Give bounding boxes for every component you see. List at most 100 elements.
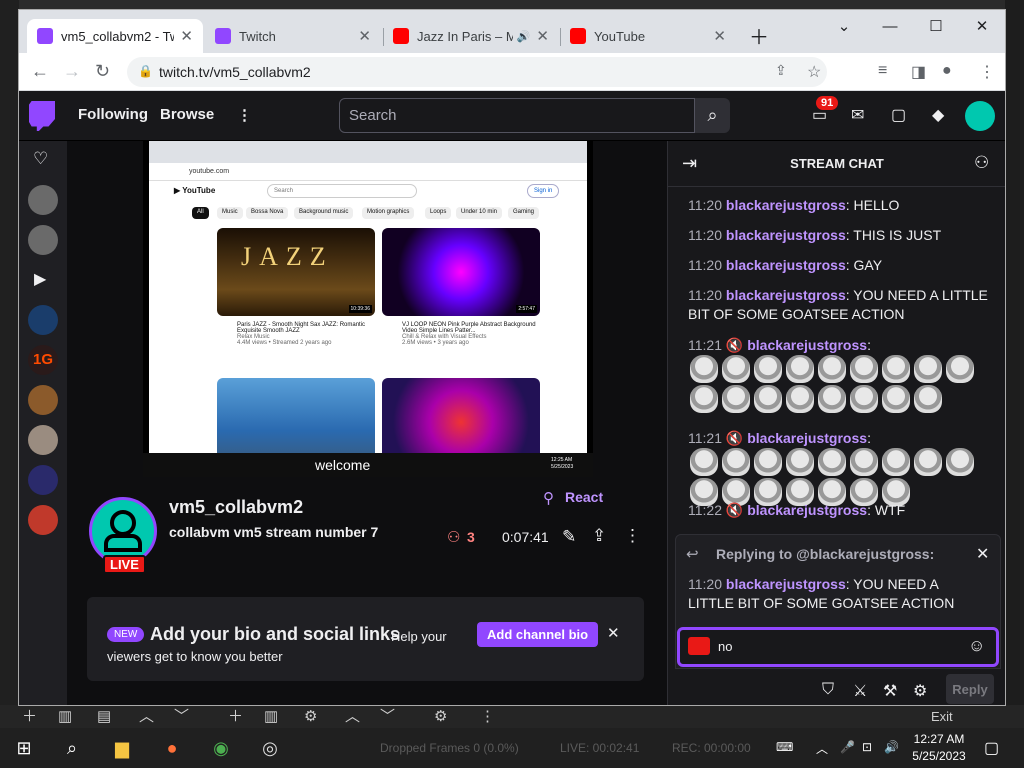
tab-search-icon[interactable]: ⌄ — [821, 10, 867, 42]
share-icon[interactable]: ⇪ — [775, 62, 787, 79]
microphone-icon[interactable]: 🎤 — [840, 740, 855, 754]
shield-icon[interactable]: ⛉ — [822, 681, 834, 699]
obs-add2-icon[interactable]: ＋ — [228, 705, 243, 728]
prime-loot-icon[interactable]: ◆ — [932, 105, 944, 125]
username[interactable]: blackarejustgross — [726, 227, 846, 243]
omnibox[interactable]: 🔒 twitch.tv/vm5_collabvm2 ☆ ⇪ — [127, 57, 827, 87]
video-meta: Paris JAZZ - Smooth Night Sax JAZZ: Roma… — [237, 322, 387, 346]
network-icon[interactable]: ⊡ — [862, 740, 872, 754]
close-reply-icon[interactable]: ✕ — [976, 544, 989, 564]
chat-input[interactable]: no ☺ — [677, 627, 999, 667]
heart-icon[interactable]: ♡ — [33, 149, 48, 169]
settings-icon[interactable]: ⚙ — [913, 681, 927, 701]
edit-icon[interactable]: ✎ — [562, 527, 576, 547]
keyboard-icon[interactable]: ⌨ — [776, 740, 793, 754]
tab-jazz[interactable]: Jazz In Paris – Me 🔊 ✕ — [383, 19, 559, 53]
close-tab-icon[interactable]: ✕ — [358, 27, 371, 45]
obs-exit-button[interactable]: Exit — [931, 705, 953, 728]
username[interactable]: blackarejustgross — [747, 502, 867, 518]
obs-trash2-icon[interactable]: ▥ — [264, 705, 278, 728]
obs-up2-icon[interactable]: ︿ — [345, 705, 360, 728]
nav-following[interactable]: Following — [78, 106, 148, 123]
notification-center-icon[interactable]: ▢ — [984, 738, 999, 758]
media-control-icon[interactable]: ≡ — [878, 62, 887, 80]
chrome-menu-icon[interactable]: ⋮ — [979, 62, 995, 82]
whispers-icon[interactable]: ▢ — [891, 105, 906, 125]
new-tab-icon[interactable]: ＋ — [746, 19, 772, 51]
username[interactable]: blackarejustgross — [726, 257, 846, 273]
tab-title: vm5_collabvm2 - Twitch — [61, 28, 174, 44]
share-icon[interactable]: ⇪ — [592, 526, 606, 546]
emote-picker-icon[interactable]: ☺ — [968, 636, 985, 656]
close-tab-icon[interactable]: ✕ — [180, 27, 193, 45]
desktop: ＋ ▥ ▤ ︿ ﹀ ＋ ▥ ⚙ ︿ ﹀ ⚙ ⋮ Exit vm5_collabv… — [0, 0, 1024, 768]
forward-icon[interactable]: → — [63, 61, 81, 82]
file-explorer-icon[interactable]: ▆ — [110, 736, 134, 760]
obs-up-icon[interactable]: ︿ — [139, 705, 154, 728]
obs-more-icon[interactable]: ⋮ — [480, 705, 495, 728]
obs-down2-icon[interactable]: ﹀ — [380, 705, 395, 728]
react-button[interactable]: React — [565, 489, 603, 505]
inbox-icon[interactable]: ✉ — [851, 105, 864, 125]
tab-twitch[interactable]: Twitch ✕ — [205, 19, 381, 53]
username[interactable]: blackarejustgross — [726, 197, 846, 213]
sword-icon[interactable]: ⚔ — [853, 681, 867, 701]
username[interactable]: blackarejustgross — [747, 430, 867, 446]
video-camera-icon[interactable]: ▶ — [34, 269, 46, 289]
minimize-icon[interactable]: — — [867, 10, 913, 42]
chrome-icon[interactable]: ◉ — [209, 736, 233, 760]
sidebar-channel-avatar[interactable] — [28, 505, 58, 535]
stream-tab-strip — [149, 141, 587, 163]
obs-icon[interactable]: ◎ — [258, 736, 282, 760]
camera-icon[interactable] — [688, 637, 710, 655]
obs-filter-icon[interactable]: ▤ — [97, 705, 111, 728]
tray-chevron-icon[interactable]: ︿ — [816, 740, 828, 757]
user-avatar[interactable] — [965, 101, 995, 131]
sidebar-channel-avatar[interactable] — [28, 465, 58, 495]
firefox-icon[interactable]: ● — [160, 736, 184, 760]
tab-youtube[interactable]: YouTube ✕ — [560, 19, 736, 53]
more-nav-icon[interactable]: ⋮ — [237, 106, 252, 124]
maximize-icon[interactable]: ☐ — [913, 10, 959, 42]
users-icon[interactable]: ⚇ — [974, 153, 989, 173]
sidebar-channel-avatar[interactable]: 1G — [28, 345, 58, 375]
add-channel-bio-button[interactable]: Add channel bio — [477, 622, 599, 647]
obs-trash-icon[interactable]: ▥ — [58, 705, 72, 728]
username[interactable]: blackarejustgross — [726, 287, 846, 303]
sidebar-channel-avatar[interactable] — [28, 225, 58, 255]
obs-down-icon[interactable]: ﹀ — [174, 705, 189, 728]
close-icon[interactable]: ✕ — [607, 624, 620, 642]
search-icon[interactable]: ⌕ — [695, 98, 730, 133]
taskbar-clock[interactable]: 12:27 AM 5/25/2023 — [903, 731, 975, 765]
sidebar-channel-avatar[interactable] — [28, 425, 58, 455]
side-panel-icon[interactable]: ◨ — [911, 62, 926, 82]
react-icon[interactable]: ⚲ — [543, 489, 554, 507]
sidebar-channel-avatar[interactable] — [28, 185, 58, 215]
close-window-icon[interactable]: ✕ — [959, 10, 1005, 42]
profile-icon[interactable]: ● — [942, 62, 952, 80]
close-tab-icon[interactable]: ✕ — [713, 27, 726, 45]
obs-add-icon[interactable]: ＋ — [22, 705, 37, 728]
volume-icon[interactable]: 🔊 — [884, 740, 899, 754]
tab-twitch-channel[interactable]: vm5_collabvm2 - Twitch ✕ — [27, 19, 203, 53]
obs-gear-icon[interactable]: ⚙ — [304, 705, 317, 728]
close-tab-icon[interactable]: ✕ — [536, 27, 549, 45]
obs-gears-icon[interactable]: ⚙ — [434, 705, 447, 728]
channel-name[interactable]: vm5_collabvm2 — [169, 497, 303, 518]
sidebar-channel-avatar[interactable] — [28, 385, 58, 415]
bookmark-star-icon[interactable]: ☆ — [807, 62, 821, 82]
nav-browse[interactable]: Browse — [160, 106, 214, 123]
mod-tools-icon[interactable]: ⚒ — [883, 681, 897, 701]
username[interactable]: blackarejustgross — [747, 337, 867, 353]
reply-button[interactable]: Reply — [946, 674, 994, 704]
sidebar-channel-avatar[interactable] — [28, 305, 58, 335]
reload-icon[interactable]: ↻ — [95, 61, 110, 82]
search-input[interactable]: Search — [339, 98, 695, 133]
start-icon[interactable]: ⊞ — [12, 736, 36, 760]
video-player[interactable]: youtube.com ▶ YouTube Search Sign in All… — [143, 141, 593, 477]
speaker-icon[interactable]: 🔊 — [517, 30, 531, 43]
more-options-icon[interactable]: ⋮ — [624, 526, 641, 546]
search-icon[interactable]: ⌕ — [60, 736, 84, 760]
twitch-logo-icon[interactable] — [29, 101, 55, 131]
back-icon[interactable]: ← — [31, 61, 49, 82]
